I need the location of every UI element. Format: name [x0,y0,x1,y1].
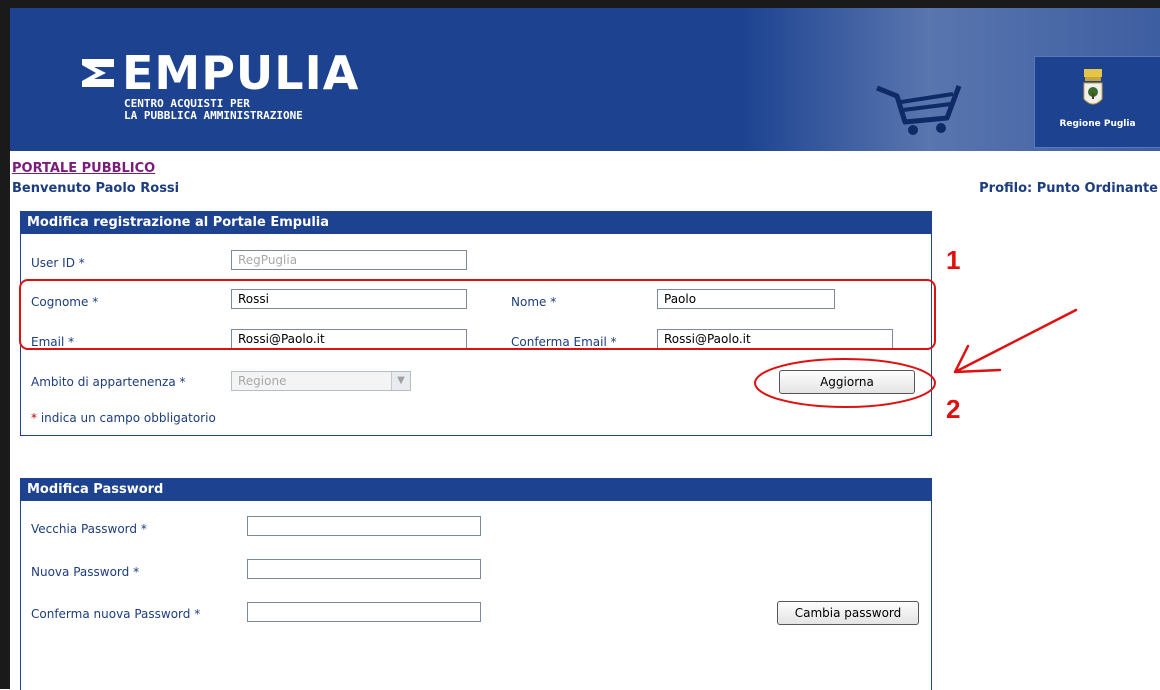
password-panel-title: Modifica Password [21,479,931,501]
email-label: Email * [31,335,75,349]
registration-panel-title: Modifica registrazione al Portale Empuli… [21,212,931,234]
logo-mark-icon [82,59,114,87]
annotation-arrow [953,308,1078,374]
annotation-number-1: 1 [946,245,961,275]
logo-title: EMPULIA [122,46,360,100]
cognome-field[interactable]: Rossi [231,289,467,309]
crest-icon [1083,69,1103,105]
welcome-text: Benvenuto Paolo Rossi [12,181,180,196]
ambito-label: Ambito di appartenenza * [31,375,186,389]
window-frame-top [0,0,1160,8]
aggiorna-button[interactable]: Aggiorna [779,370,915,394]
userid-label: User ID * [31,256,85,270]
old-password-field[interactable] [247,516,481,536]
userid-field[interactable]: RegPuglia [231,250,467,270]
chevron-down-icon[interactable]: ▼ [391,372,410,390]
email-field[interactable]: Rossi@Paolo.it [231,329,467,349]
ambito-select-value: Regione [238,374,287,388]
header-banner: EMPULIA CENTRO ACQUISTI PER LA PUBBLICA … [10,8,1160,151]
portale-pubblico-link[interactable]: PORTALE PUBBLICO [12,161,155,176]
cognome-label: Cognome * [31,295,99,309]
nome-label: Nome * [511,295,557,309]
regione-puglia-logo: Regione Puglia [1034,56,1160,148]
logo-subtitle-2: LA PUBBLICA AMMINISTRAZIONE [124,109,303,122]
ambito-select[interactable]: Regione ▼ [231,371,411,391]
region-label: Regione Puglia [1059,119,1136,129]
registration-panel: Modifica registrazione al Portale Empuli… [20,211,932,436]
profile-text: Profilo: Punto Ordinante [979,181,1158,196]
new-password-label: Nuova Password * [31,565,140,579]
shopping-cart-icon [876,85,962,135]
old-password-label: Vecchia Password * [31,522,147,536]
empulia-logo: EMPULIA CENTRO ACQUISTI PER LA PUBBLICA … [80,50,359,122]
nome-field[interactable]: Paolo [657,289,835,309]
window-frame-left [0,0,10,689]
conferma-email-field[interactable]: Rossi@Paolo.it [657,329,893,349]
password-panel: Modifica Password Vecchia Password * Nuo… [20,478,932,690]
confirm-password-field[interactable] [247,602,481,622]
confirm-password-label: Conferma nuova Password * [31,607,201,621]
cambia-password-button[interactable]: Cambia password [777,601,919,625]
annotation-number-2: 2 [946,394,961,424]
conferma-email-label: Conferma Email * [511,335,617,349]
new-password-field[interactable] [247,559,481,579]
required-note: * indica un campo obbligatorio [31,411,216,425]
